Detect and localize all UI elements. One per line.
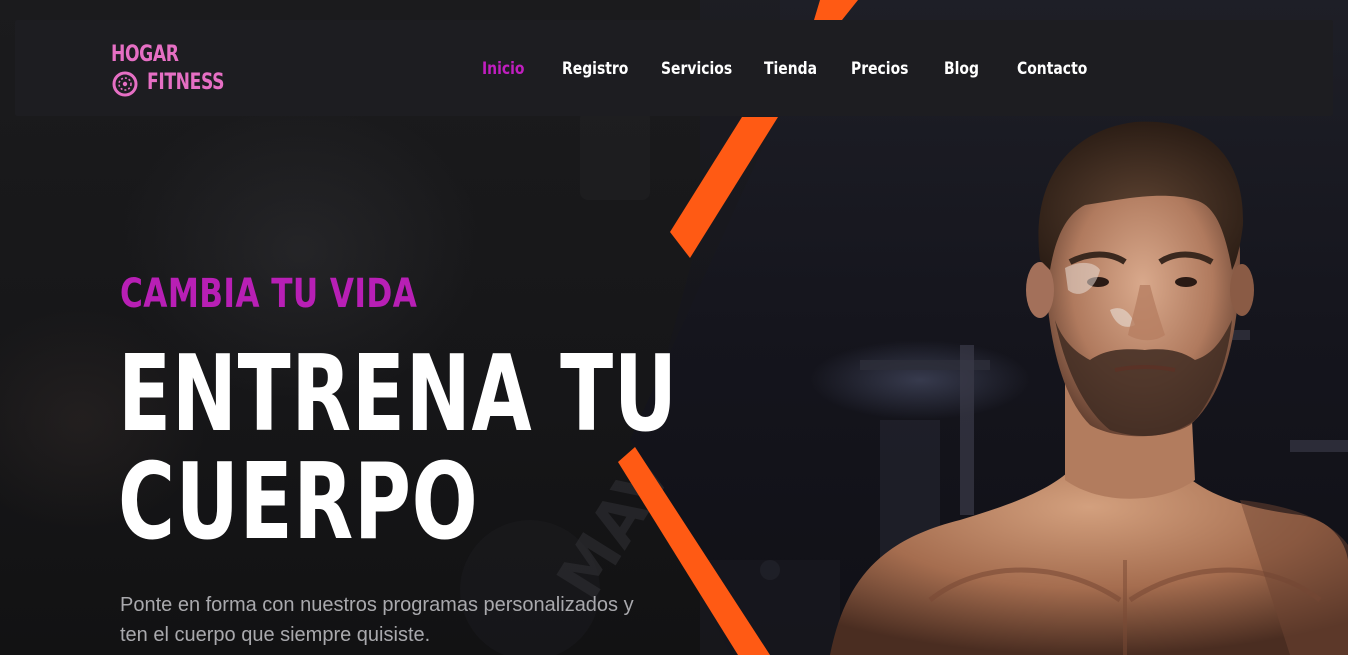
brand-logo[interactable]: HOGAR FITNESS — [111, 42, 231, 98]
hero-section: MAV HOGAR FITNESS Inicio Registro Servic… — [0, 0, 1348, 655]
hero-subtext-line1: Ponte en forma con nuestros programas pe… — [120, 594, 634, 616]
hero-subtext: Ponte en forma con nuestros programas pe… — [120, 590, 660, 650]
hero-headline-line2: CUERPO — [118, 441, 479, 563]
nav-item-tienda[interactable]: Tienda — [764, 59, 835, 79]
nav-item-inicio[interactable]: Inicio — [482, 59, 548, 79]
brand-logo-line1: HOGAR — [111, 42, 179, 67]
hero-headline-line1: ENTRENA TU — [118, 333, 678, 455]
nav-item-servicios[interactable]: Servicios — [661, 59, 745, 79]
hero-subtext-line2: ten el cuerpo que siempre quisiste. — [120, 624, 431, 646]
nav-item-contacto[interactable]: Contacto — [1017, 59, 1087, 79]
hero-headline: ENTRENA TU CUERPO — [118, 340, 678, 556]
nav-item-blog[interactable]: Blog — [944, 59, 1004, 79]
weight-plate-icon — [112, 71, 138, 97]
nav-item-precios[interactable]: Precios — [851, 59, 927, 79]
brand-logo-line2: FITNESS — [147, 70, 225, 95]
main-nav: Inicio Registro Servicios Tienda Precios… — [482, 57, 1103, 81]
hero-kicker: CAMBIA TU VIDA — [120, 271, 418, 317]
top-navbar: HOGAR FITNESS Inicio Registro Servicios … — [15, 20, 1333, 116]
nav-item-registro[interactable]: Registro — [562, 59, 643, 79]
